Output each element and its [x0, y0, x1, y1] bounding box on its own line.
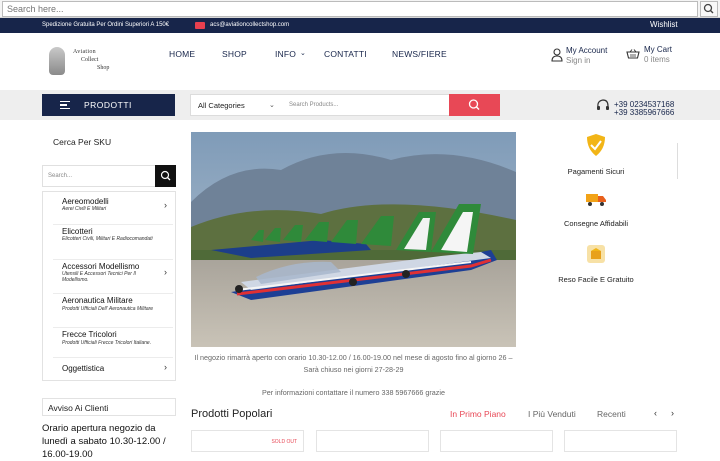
- chevron-right-icon: ›: [164, 362, 167, 372]
- nav-info[interactable]: INFO: [275, 49, 296, 59]
- category-subtitle: Aerei Civili E Militari: [62, 206, 107, 212]
- logo-text-line1: Aviation: [73, 49, 96, 55]
- hero-caption-hours: Il negozio rimarrà aperto con orario 10.…: [194, 353, 513, 374]
- sku-search-input[interactable]: Search...: [48, 173, 72, 179]
- sku-search-title: Cerca Per SKU: [53, 137, 112, 147]
- truck-icon: [586, 194, 606, 206]
- feature-label: Pagamenti Sicuri: [567, 167, 625, 176]
- nav-contatti[interactable]: CONTATTI: [324, 49, 367, 59]
- top-info-bar: Spedizione Gratuita Per Ordini Superiori…: [0, 18, 720, 33]
- product-search-input[interactable]: Search Products...: [289, 102, 338, 108]
- chevron-right-icon: ›: [164, 200, 167, 210]
- products-menu-label: PRODOTTI: [84, 100, 132, 110]
- hero-caption-contact: Per informazioni contattare il numero 33…: [262, 388, 445, 397]
- product-card[interactable]: SOLD OUT: [191, 430, 304, 452]
- browser-search-bar: [0, 0, 720, 18]
- feature-easy-return: Reso Facile E Gratuito: [546, 243, 646, 284]
- product-card[interactable]: [564, 430, 677, 452]
- chevron-down-icon: ⌄: [300, 50, 306, 57]
- category-label: Frecce Tricolori: [62, 330, 117, 339]
- tab-featured[interactable]: In Primo Piano: [450, 409, 506, 419]
- chevron-right-icon[interactable]: ›: [671, 408, 674, 418]
- feature-secure-payments: Pagamenti Sicuri: [546, 133, 646, 176]
- category-subtitle: Elicotteri Civili, Militari E Radiocoman…: [62, 236, 153, 242]
- search-icon: [703, 3, 714, 14]
- shield-check-icon: [587, 134, 605, 156]
- search-icon: [468, 99, 480, 110]
- phone-support-icon: [597, 99, 609, 110]
- logo-text-line3: Shop: [97, 65, 110, 71]
- cart-title[interactable]: My Cart: [644, 45, 672, 54]
- tab-recent[interactable]: Recenti: [597, 409, 626, 419]
- search-icon: [160, 170, 171, 181]
- product-card[interactable]: [316, 430, 429, 452]
- contact-email[interactable]: acs@aviationcollectshop.com: [210, 22, 289, 28]
- menu-icon: [60, 101, 70, 109]
- nav-news[interactable]: NEWS/FIERE: [392, 49, 447, 59]
- tab-best-sellers[interactable]: I Più Venduti: [528, 409, 576, 419]
- feature-label: Reso Facile E Gratuito: [558, 275, 634, 284]
- category-subtitle: Utensili E Accessori Tecnici Per Il Mode…: [62, 271, 136, 283]
- category-label: Elicotteri: [62, 227, 93, 236]
- category-label: Oggettistica: [62, 364, 105, 373]
- account-signin[interactable]: Sign in: [566, 56, 590, 65]
- category-item-oggettistica[interactable]: Oggettistica ›: [53, 359, 173, 379]
- chevron-down-icon: ⌄: [269, 102, 275, 109]
- category-search-bar: PRODOTTI All Categories ⌄ Search Product…: [0, 90, 720, 120]
- logo-portrait-icon: [49, 47, 65, 75]
- sold-out-badge: SOLD OUT: [271, 439, 297, 445]
- sku-search: Search...: [42, 165, 176, 187]
- feature-label: Consegne Affidabili: [563, 219, 629, 228]
- customer-notice-title: Avviso Ai Clienti: [48, 403, 109, 413]
- category-item-accessori-modellismo[interactable]: Accessori Modellismo Utensili E Accessor…: [53, 260, 173, 294]
- browser-search-input[interactable]: [2, 1, 698, 17]
- nav-home[interactable]: HOME: [169, 49, 195, 59]
- category-item-frecce-tricolori[interactable]: Frecce Tricolori Prodotti Ufficiali Frec…: [53, 328, 173, 358]
- shipping-notice: Spedizione Gratuita Per Ordini Superiori…: [42, 22, 170, 28]
- category-label: Aereomodelli: [62, 197, 109, 206]
- category-select[interactable]: All Categories: [198, 101, 245, 110]
- browser-search-button[interactable]: [700, 1, 718, 17]
- popular-products-title: Prodotti Popolari: [191, 408, 273, 420]
- account-title[interactable]: My Account: [566, 46, 607, 55]
- customer-notice-header: Avviso Ai Clienti: [42, 398, 176, 416]
- feature-reliable-delivery: Consegne Affidabili: [546, 191, 646, 228]
- feature-divider: [677, 143, 678, 179]
- product-search-button[interactable]: [449, 94, 500, 116]
- cart-icon[interactable]: [626, 49, 640, 61]
- nav-shop[interactable]: SHOP: [222, 49, 247, 59]
- chevron-left-icon[interactable]: ‹: [654, 408, 657, 418]
- customer-notice-text: Orario apertura negozio da lunedì a saba…: [42, 423, 166, 460]
- site-header: Aviation Collect Shop HOME SHOP INFO ⌄ C…: [0, 33, 720, 90]
- category-list: Aereomodelli Aerei Civili E Militari › E…: [42, 191, 176, 381]
- logo-text-line2: Collect: [81, 57, 99, 63]
- hero-banner-image[interactable]: [191, 132, 516, 347]
- cart-count[interactable]: 0 items: [644, 55, 670, 64]
- category-item-aeronautica-militare[interactable]: Aeronautica Militare Prodotti Ufficiali …: [53, 294, 173, 328]
- return-box-icon: [587, 245, 605, 263]
- mail-icon: [195, 22, 205, 29]
- category-subtitle: Prodotti Ufficiali Dell' Aeronautica Mil…: [62, 306, 154, 312]
- phone-number-2[interactable]: +39 3385967666: [614, 108, 674, 117]
- category-item-elicotteri[interactable]: Elicotteri Elicotteri Civili, Militari E…: [53, 225, 173, 260]
- category-label: Accessori Modellismo: [62, 262, 140, 271]
- category-item-aereomodelli[interactable]: Aereomodelli Aerei Civili E Militari ›: [53, 197, 173, 225]
- chevron-right-icon: ›: [164, 267, 167, 277]
- category-label: Aeronautica Militare: [62, 296, 133, 305]
- wishlist-link[interactable]: Wishlist: [650, 20, 678, 29]
- frecce-tricolori-jets-photo: [191, 132, 516, 347]
- products-menu-button[interactable]: PRODOTTI: [42, 94, 175, 116]
- product-search: All Categories ⌄ Search Products...: [190, 94, 500, 116]
- user-icon[interactable]: [551, 48, 563, 62]
- sku-search-button[interactable]: [155, 165, 176, 187]
- site-logo[interactable]: Aviation Collect Shop: [45, 43, 125, 79]
- category-subtitle: Prodotti Ufficiali Frecce Tricolori Ital…: [62, 340, 152, 346]
- product-card[interactable]: [440, 430, 553, 452]
